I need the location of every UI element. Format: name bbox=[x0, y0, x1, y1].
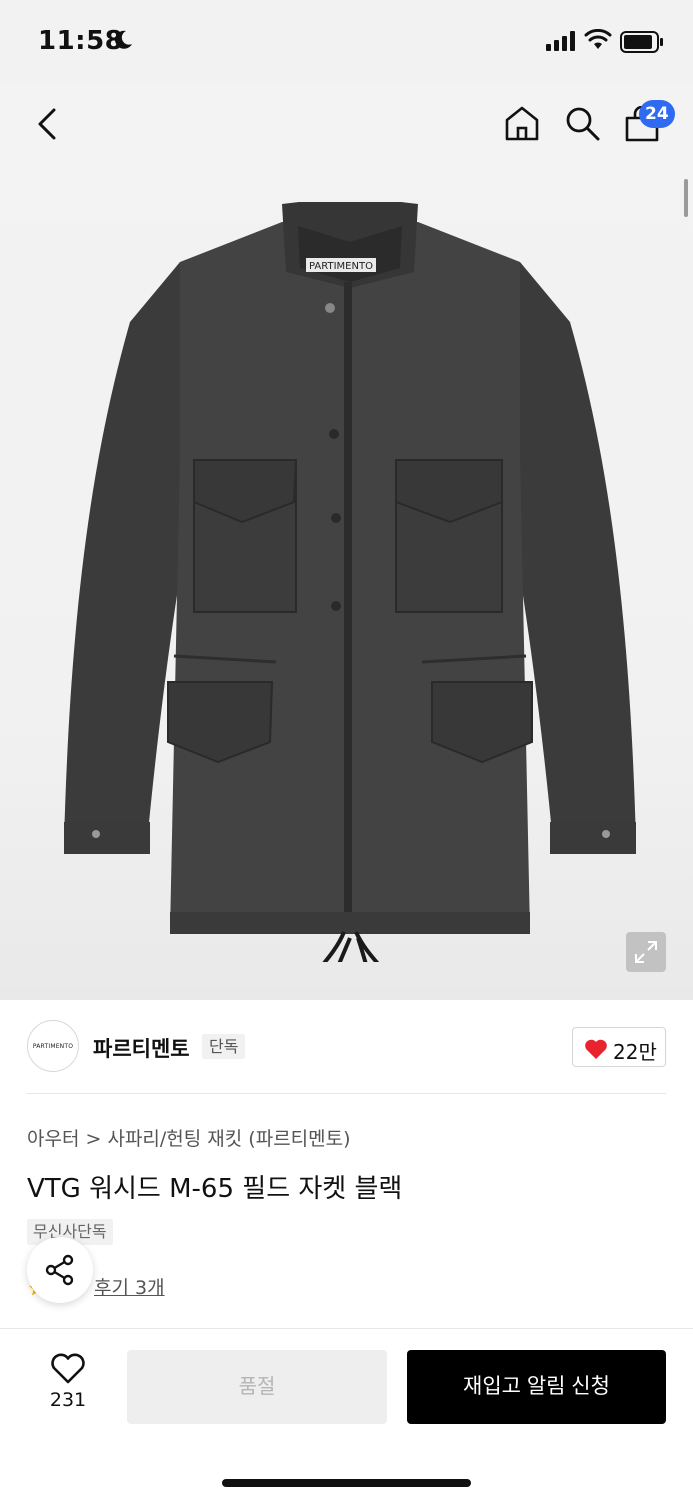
brand-logo[interactable]: PARTIMENTO bbox=[27, 1020, 79, 1072]
heart-icon bbox=[585, 1039, 607, 1059]
breadcrumb-category[interactable]: 아우터 bbox=[27, 1128, 79, 1150]
battery-icon bbox=[620, 31, 663, 53]
product-title: VTG 워시드 M-65 필드 자켓 블랙 bbox=[27, 1174, 403, 1204]
home-icon[interactable] bbox=[503, 104, 541, 142]
breadcrumb: 아우터 > 사파리/헌팅 재킷 (파르티멘토) bbox=[27, 1124, 351, 1151]
divider bbox=[27, 1093, 666, 1094]
product-image-area[interactable]: 24 PARTIMENTO bbox=[0, 84, 693, 1000]
status-bar: 11:58 bbox=[0, 0, 693, 84]
cart-count-badge: 24 bbox=[639, 100, 675, 128]
collar-label: PARTIMENTO bbox=[309, 261, 373, 272]
back-icon[interactable] bbox=[30, 106, 66, 142]
bottom-action-bar: 231 품절 재입고 알림 신청 bbox=[0, 1328, 693, 1500]
jacket-product-image: PARTIMENTO bbox=[64, 202, 636, 962]
signal-icon bbox=[546, 31, 575, 51]
wishlist-count: 231 bbox=[49, 1389, 87, 1411]
moon-icon bbox=[115, 30, 132, 49]
breadcrumb-subcategory[interactable]: 사파리/헌팅 재킷 (파르티멘토) bbox=[107, 1128, 350, 1150]
brand-like-button[interactable]: 22만 bbox=[572, 1027, 666, 1067]
brand-like-count: 22만 bbox=[613, 1040, 657, 1064]
expand-image-button[interactable] bbox=[626, 932, 666, 972]
share-icon bbox=[45, 1254, 74, 1286]
brand-exclusive-tag: 단독 bbox=[202, 1034, 246, 1059]
scroll-indicator bbox=[684, 179, 688, 217]
wifi-icon bbox=[584, 29, 612, 49]
review-count-link[interactable]: 후기 3개 bbox=[94, 1273, 165, 1300]
status-time: 11:58 bbox=[38, 26, 124, 56]
brand-name[interactable]: 파르티멘토 bbox=[93, 1033, 190, 1063]
heart-outline-icon bbox=[51, 1353, 85, 1384]
home-indicator bbox=[222, 1479, 471, 1487]
expand-icon bbox=[635, 941, 657, 963]
restock-alert-button[interactable]: 재입고 알림 신청 bbox=[407, 1350, 666, 1424]
search-icon[interactable] bbox=[563, 104, 601, 142]
soldout-button: 품절 bbox=[127, 1350, 387, 1424]
share-button[interactable] bbox=[27, 1237, 93, 1303]
wishlist-button[interactable]: 231 bbox=[40, 1351, 96, 1421]
breadcrumb-separator: > bbox=[85, 1128, 102, 1150]
